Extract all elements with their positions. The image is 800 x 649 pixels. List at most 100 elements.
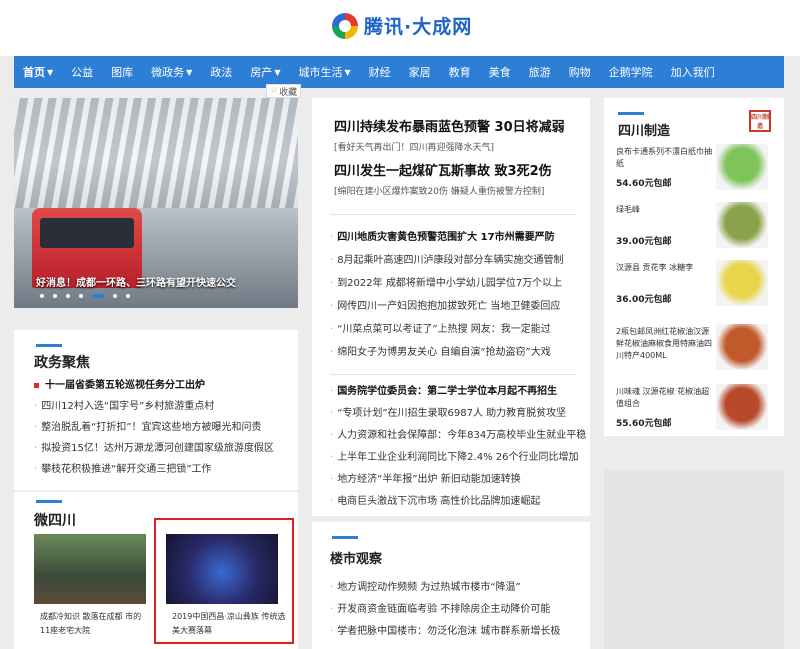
headline-slider[interactable]: 好消息！成都一环路、三环路有望开快速公交 <box>14 98 298 308</box>
headline-1-sub[interactable]: [看好天气再出门！四川再迎强降水天气] <box>334 140 494 153</box>
weisichuan-caption[interactable]: 2019中国西昌·凉山彝族 传统选美大赛落幕 <box>172 610 288 638</box>
bullet-icon: · <box>330 232 334 243</box>
nav-item[interactable]: 首页 ▼ <box>23 64 53 80</box>
slider-dot[interactable] <box>66 294 70 298</box>
nav-item[interactable]: 企鹅学院 <box>609 64 653 80</box>
list-item[interactable]: · 开发商资金链面临考验 不排除房企主动降价可能 <box>330 600 550 615</box>
list-item[interactable]: · “川菜点菜可以考证了”上热搜 网友：我一定能过 <box>330 320 551 335</box>
nav-item-label: 图库 <box>111 66 134 79</box>
list-item[interactable]: · 绵阳女子为博男友关心 自编自演“抢劫盗窃”大戏 <box>330 343 551 358</box>
nav-item[interactable]: 房产 ▼ <box>250 64 280 80</box>
list-item-text: 8月起乘叶高速四川泸康段对部分车辆实施交通管制 <box>337 255 564 266</box>
list-item[interactable]: · 8月起乘叶高速四川泸康段对部分车辆实施交通管制 <box>330 251 564 266</box>
weisichuan-item[interactable] <box>34 534 146 604</box>
list-item-text: 整治脱乱着“打折扣”！宜宾这些地方被曝光和问责 <box>41 422 262 433</box>
bullet-icon: · <box>330 255 334 266</box>
list-item[interactable]: · 学者把脉中国楼市：勿泛化泡沫 城市群系新增长极 <box>330 622 560 637</box>
bullet-icon: · <box>34 422 38 433</box>
nav-item[interactable]: 加入我们 <box>671 64 715 80</box>
product-name[interactable]: 川味魂 汉源花椒 花椒油超值组合 <box>616 386 712 410</box>
list-item[interactable]: 十一届省委第五轮巡视任务分工出炉 <box>34 376 205 391</box>
nav-item[interactable]: 微政务 ▼ <box>151 64 192 80</box>
nav-item[interactable]: 购物 <box>569 64 591 80</box>
nav-item-label: 企鹅学院 <box>608 66 653 79</box>
nav-item[interactable]: 家居 <box>409 64 431 80</box>
favorite-button[interactable]: ☆ 收藏 <box>266 84 302 98</box>
divider <box>330 214 576 215</box>
bullet-icon: · <box>330 301 334 312</box>
slide-image-roof <box>14 98 298 208</box>
politics-panel: 政务聚焦 十一届省委第五轮巡视任务分工出炉 · 四川12村入选“国字号”乡村旅游重点… <box>14 330 298 490</box>
nav-item[interactable]: 教育 <box>449 64 471 80</box>
list-item-text: 绵阳女子为博男友关心 自编自演“抢劫盗窃”大戏 <box>337 347 551 358</box>
weisichuan-item[interactable] <box>166 534 278 604</box>
weisichuan-caption[interactable]: 成都冷知识 散落在成都 市的11座老宅大院 <box>40 610 150 638</box>
product-price: 39.00元包邮 <box>616 237 672 247</box>
site-header: 腾讯·大成网 <box>0 0 800 56</box>
slider-dot[interactable] <box>40 294 44 298</box>
list-item[interactable]: · 地方经济“半年报”出炉 新旧动能加速转换 <box>330 470 521 485</box>
headline-2[interactable]: 四川发生一起煤矿瓦斯事故 致3死2伤 <box>334 160 552 179</box>
list-item[interactable]: · 电商巨头激战下沉市场 高性价比品牌加速崛起 <box>330 492 540 507</box>
section-title: 政务聚焦 <box>34 355 90 371</box>
nav-item-label: 公益 <box>71 66 94 79</box>
list-item[interactable]: · 上半年工业企业利润同比下降2.4% 26个行业同比增加 <box>330 448 579 463</box>
headline-1[interactable]: 四川持续发布暴雨蓝色预警 30日将减弱 <box>334 116 565 135</box>
list-item-text: 攀枝花积极推进“解开交通三把锁”工作 <box>41 464 212 475</box>
list-item[interactable]: · 整治脱乱着“打折扣”！宜宾这些地方被曝光和问责 <box>34 418 262 433</box>
list-item-text: “专项计划”在川招生录取6987人 助力教育脱贫攻坚 <box>337 408 567 419</box>
bullet-icon: · <box>330 582 334 593</box>
nav-item[interactable]: 旅游 <box>529 64 551 80</box>
bullet-icon: · <box>34 464 38 475</box>
nav-item-label: 房产 <box>250 66 273 79</box>
list-item[interactable]: · 地方调控动作频频 为过热城市楼市“降温” <box>330 578 521 593</box>
product-image[interactable] <box>716 384 768 430</box>
slider-dot[interactable] <box>113 294 117 298</box>
caret-down-icon: ▼ <box>186 67 193 77</box>
product-image[interactable] <box>716 202 768 248</box>
nav-item[interactable]: 城市生活 ▼ <box>298 64 350 80</box>
slider-dot[interactable] <box>79 294 83 298</box>
product-name[interactable]: 汉源县 贡花李 冰糖李 <box>616 262 712 274</box>
nav-item-label: 购物 <box>568 66 591 79</box>
slider-dot[interactable] <box>92 294 104 298</box>
nav-item[interactable]: 图库 <box>111 64 133 80</box>
product-name[interactable]: 2瓶包邮凤洲红花椒油汉源鲜花椒油麻椒食用特麻油四川特产400ML <box>616 326 712 362</box>
list-item[interactable]: · 攀枝花积极推进“解开交通三把锁”工作 <box>34 460 212 475</box>
news-panel: 四川持续发布暴雨蓝色预警 30日将减弱 [看好天气再出门！四川再迎强降水天气] … <box>312 98 590 516</box>
list-item[interactable]: · 网传四川一产妇因抱抱加拔致死亡 当地卫健委回应 <box>330 297 560 312</box>
bullet-icon: · <box>330 408 334 419</box>
nav-item[interactable]: 政法 <box>210 64 232 80</box>
site-logo[interactable]: 腾讯·大成网 <box>332 12 472 39</box>
slider-dot[interactable] <box>53 294 57 298</box>
section-accent <box>36 500 62 503</box>
headline-2-sub[interactable]: [绵阳在建小区爆炸案致20伤 嫌疑人重伤被警方控制] <box>334 184 544 197</box>
list-item[interactable]: · 拟投资15亿！达州万源龙潭河创建国家级旅游度假区 <box>34 439 274 454</box>
bullet-icon: · <box>330 386 334 397</box>
product-image[interactable] <box>716 260 768 306</box>
list-item[interactable]: · 到2022年 成都将新增中小学幼儿园学位7万个以上 <box>330 274 562 289</box>
bullet-icon: · <box>330 474 334 485</box>
slide-caption[interactable]: 好消息！成都一环路、三环路有望开快速公交 <box>36 274 236 289</box>
list-item[interactable]: · 四川地质灾害黄色预警范围扩大 17市州需要严防 <box>330 228 555 243</box>
divider <box>330 374 576 375</box>
list-item[interactable]: · 四川12村入选“国字号”乡村旅游重点村 <box>34 397 214 412</box>
nav-item-label: 美食 <box>488 66 511 79</box>
slider-dot[interactable] <box>126 294 130 298</box>
section-accent <box>36 344 62 347</box>
section-title: 微四川 <box>34 513 76 529</box>
product-name[interactable]: 绿毛峰 <box>616 204 712 216</box>
list-item-text: 地方调控动作频频 为过热城市楼市“降温” <box>337 582 521 593</box>
product-name[interactable]: 良布卡通系列不漂白纸巾抽纸 <box>616 146 712 170</box>
list-item[interactable]: · 人力资源和社会保障部：今年834万高校毕业生就业平稳 <box>330 426 586 441</box>
list-item[interactable]: · “专项计划”在川招生录取6987人 助力教育脱贫攻坚 <box>330 404 566 419</box>
nav-item[interactable]: 公益 <box>71 64 93 80</box>
nav-item[interactable]: 财经 <box>369 64 391 80</box>
list-item-text: 上半年工业企业利润同比下降2.4% 26个行业同比增加 <box>337 452 579 463</box>
bullet-icon: · <box>330 626 334 637</box>
section-title: 四川制造 <box>618 124 671 139</box>
product-image[interactable] <box>716 144 768 190</box>
product-image[interactable] <box>716 324 768 370</box>
list-item[interactable]: · 国务院学位委员会：第二学士学位本月起不再招生 <box>330 382 557 397</box>
nav-item[interactable]: 美食 <box>489 64 511 80</box>
